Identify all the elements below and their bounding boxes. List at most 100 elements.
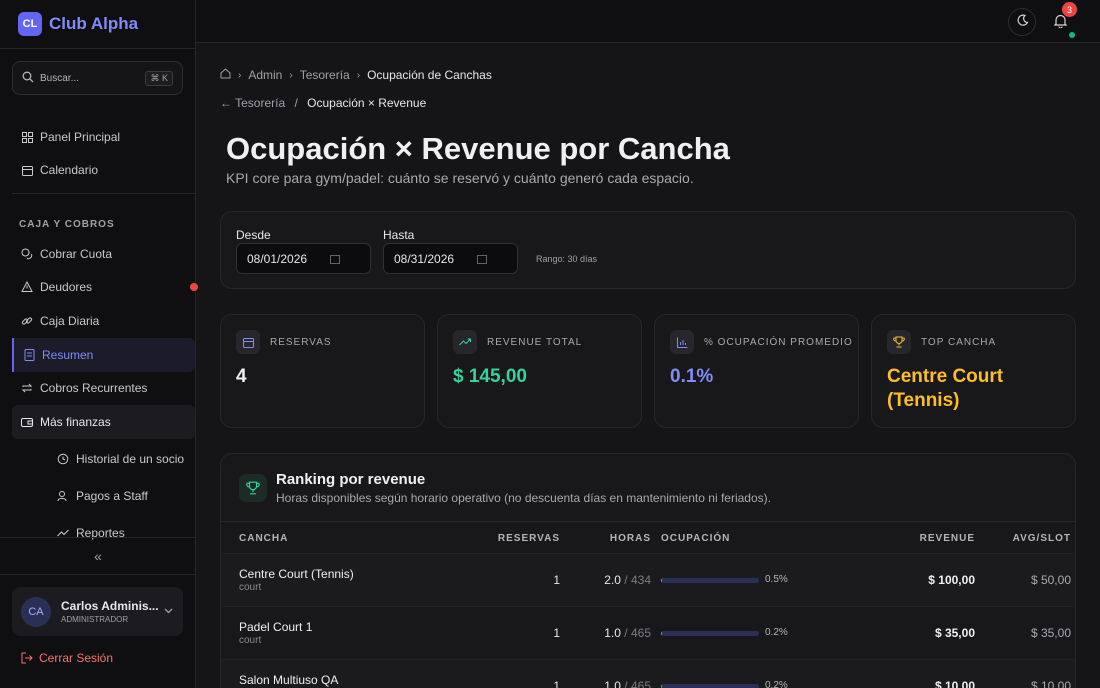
- cell-name: Salon Multiuso QA: [239, 673, 339, 687]
- cell-reservas: 1: [553, 626, 560, 640]
- cell-revenue: $ 100,00: [928, 573, 975, 587]
- table-row[interactable]: Padel Court 1 court 1 1.0 / 465 0.2% $ 3…: [221, 606, 1075, 659]
- sidebar-item-label: Resumen: [42, 348, 94, 362]
- collapse-sidebar-button[interactable]: «: [0, 537, 196, 575]
- user-menu[interactable]: CA Carlos Adminis... ADMINISTRADOR: [12, 587, 183, 636]
- chevron-right-icon: ›: [356, 69, 361, 81]
- cell-ocupacion: 0.2%: [765, 627, 788, 638]
- trophy-icon: [887, 330, 911, 354]
- kpi-label: TOP CANCHA: [921, 337, 997, 348]
- logout-button[interactable]: Cerrar Sesión: [21, 651, 113, 665]
- sidebar-subitem-pagos-staff[interactable]: Pagos a Staff: [57, 486, 148, 506]
- cell-name: Padel Court 1: [239, 620, 313, 634]
- hours-available: / 434: [624, 573, 651, 587]
- hours-available: / 465: [624, 626, 651, 640]
- sidebar-item-label: Más finanzas: [40, 415, 111, 429]
- calendar-icon[interactable]: [330, 253, 340, 267]
- receipt-icon: [23, 349, 35, 361]
- topbar: 3: [196, 0, 1100, 43]
- ranking-card: Ranking por revenue Horas disponibles se…: [220, 453, 1076, 688]
- kpi-value: 4: [236, 366, 247, 387]
- hours-used: 1.0: [604, 626, 621, 640]
- table-row[interactable]: Centre Court (Tennis) court 1 2.0 / 434 …: [221, 553, 1075, 606]
- cell-ocupacion: 0.5%: [765, 574, 788, 585]
- theme-toggle-button[interactable]: [1008, 8, 1036, 36]
- cell-revenue: $ 35,00: [934, 626, 975, 640]
- history-icon: [57, 453, 69, 465]
- chevron-right-icon: ›: [238, 69, 242, 81]
- calendar-icon[interactable]: [477, 253, 487, 267]
- logout-icon: [21, 652, 33, 664]
- hours-used: 1.0: [604, 679, 621, 688]
- ranking-subtitle: Horas disponibles según horario operativ…: [276, 491, 771, 505]
- occupancy-bar: [661, 684, 759, 688]
- home-icon[interactable]: [220, 68, 231, 82]
- table-row[interactable]: Salon Multiuso QA 1 1.0 / 465 0.2% $ 10,…: [221, 659, 1075, 688]
- hours-available: / 465: [624, 679, 651, 688]
- sidebar-divider: [12, 193, 195, 194]
- from-date-value: 08/01/2026: [247, 251, 308, 266]
- to-date-input[interactable]: 08/31/2026: [383, 243, 518, 274]
- brand-name: Club Alpha: [49, 14, 139, 33]
- chevron-right-icon: ›: [289, 69, 293, 81]
- back-nav-separator: /: [294, 96, 298, 110]
- column-header[interactable]: CANCHA: [239, 533, 288, 544]
- bar-chart-icon: [670, 330, 694, 354]
- sidebar-item-label: Caja Diaria: [40, 314, 100, 328]
- cell-horas: 2.0 / 434: [604, 573, 651, 587]
- sidebar-item-cobrar[interactable]: Cobrar Cuota: [12, 237, 195, 271]
- occupancy-bar: [661, 631, 759, 636]
- warning-icon: [21, 281, 33, 293]
- sidebar-item-label: Panel Principal: [40, 130, 121, 144]
- sidebar-item-label: Cobrar Cuota: [40, 247, 113, 261]
- coins-icon: [21, 248, 33, 260]
- sidebar-item-deudores[interactable]: Deudores: [12, 270, 195, 304]
- column-header[interactable]: AVG/SLOT: [1013, 533, 1071, 544]
- kpi-card-top-cancha: TOP CANCHA Centre Court (Tennis): [871, 314, 1076, 428]
- ranking-title: Ranking por revenue: [276, 471, 426, 488]
- from-date-input[interactable]: 08/01/2026: [236, 243, 371, 274]
- repeat-icon: [21, 382, 33, 394]
- to-date-value: 08/31/2026: [394, 251, 455, 266]
- sidebar-item-caja[interactable]: Caja Diaria: [12, 304, 195, 338]
- page-subtitle: KPI core para gym/padel: cuánto se reser…: [226, 170, 694, 186]
- column-header[interactable]: OCUPACIÓN: [661, 533, 730, 544]
- link-icon: [21, 315, 33, 327]
- sidebar-item-recurrentes[interactable]: Cobros Recurrentes: [12, 371, 195, 405]
- sidebar-subitem-historial[interactable]: Historial de un socio: [57, 449, 184, 469]
- cell-name: Centre Court (Tennis): [239, 567, 354, 581]
- kpi-card-revenue: REVENUE TOTAL $ 145,00: [437, 314, 642, 428]
- sidebar-item-resumen[interactable]: Resumen: [12, 338, 195, 372]
- logout-label: Cerrar Sesión: [39, 651, 114, 665]
- occupancy-bar: [661, 578, 759, 583]
- cell-reservas: 1: [553, 573, 560, 587]
- column-header[interactable]: RESERVAS: [498, 533, 560, 544]
- cell-type: court: [239, 582, 262, 593]
- sidebar-item-calendar[interactable]: Calendario: [12, 153, 195, 187]
- breadcrumb-admin[interactable]: Admin: [248, 68, 282, 82]
- back-link[interactable]: ← Tesorería: [220, 96, 285, 110]
- sidebar-group-mas-finanzas[interactable]: Más finanzas: [12, 405, 195, 439]
- kpi-card-ocupacion: % OCUPACIÓN PROMEDIO 0.1%: [654, 314, 859, 428]
- search-input[interactable]: Buscar... ⌘ K: [12, 61, 183, 95]
- column-header[interactable]: REVENUE: [920, 533, 975, 544]
- cell-horas: 1.0 / 465: [604, 626, 651, 640]
- breadcrumb: › Admin › Tesorería › Ocupación de Canch…: [220, 68, 492, 82]
- breadcrumb-tesoreria[interactable]: Tesorería: [300, 68, 350, 82]
- cell-reservas: 1: [553, 679, 560, 688]
- sidebar-item-label: Calendario: [40, 163, 99, 177]
- section-label: CAJA Y COBROS: [19, 219, 115, 230]
- kpi-label: RESERVAS: [270, 337, 332, 348]
- sidebar-item-label: Historial de un socio: [76, 452, 185, 466]
- cell-horas: 1.0 / 465: [604, 679, 651, 688]
- column-header[interactable]: HORAS: [610, 533, 651, 544]
- deudores-alert-dot: [190, 283, 198, 291]
- wallet-icon: [21, 416, 33, 428]
- brand[interactable]: CL Club Alpha: [0, 0, 195, 49]
- to-label: Hasta: [383, 228, 415, 242]
- kpi-label: REVENUE TOTAL: [487, 337, 583, 348]
- back-nav-current: Ocupación × Revenue: [307, 96, 427, 110]
- calendar-icon: [21, 164, 33, 176]
- sidebar-item-panel[interactable]: Panel Principal: [12, 120, 195, 154]
- kpi-value: 0.1%: [670, 366, 714, 387]
